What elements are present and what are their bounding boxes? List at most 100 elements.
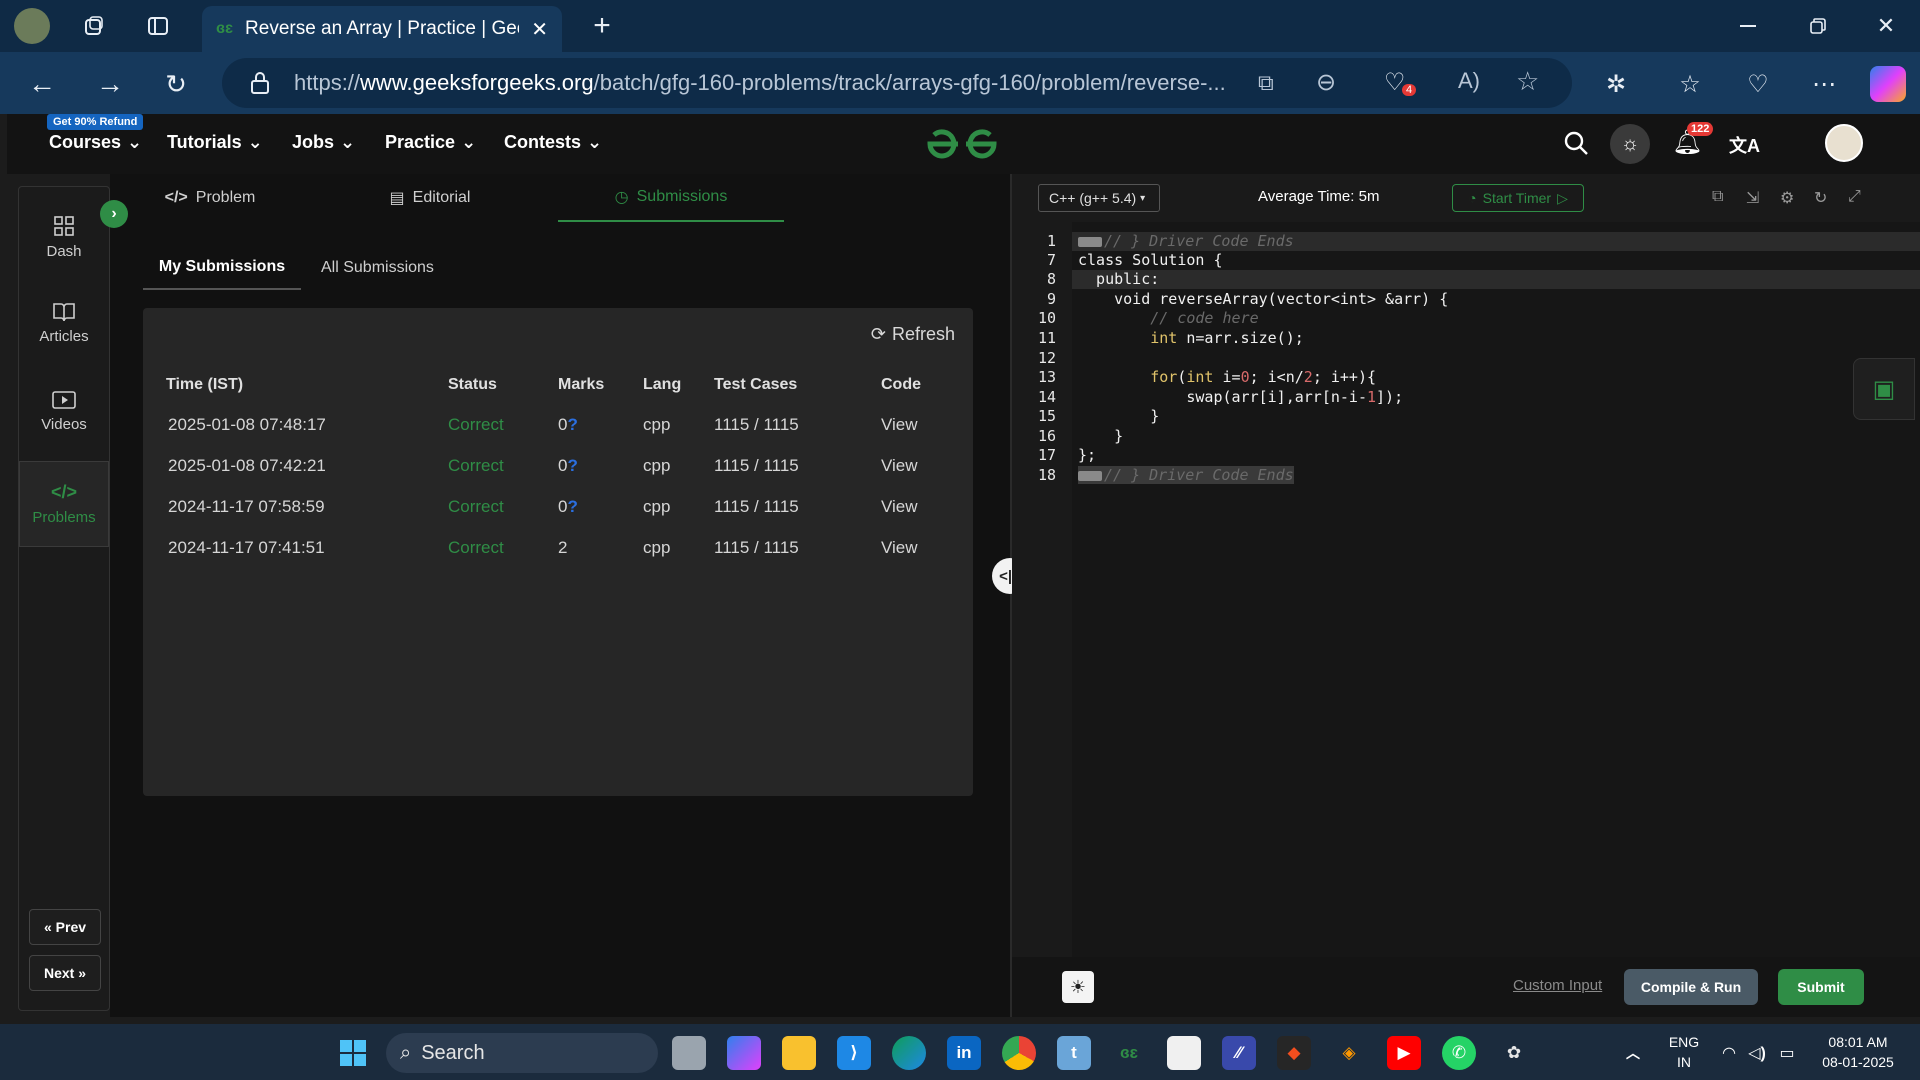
translate-icon[interactable]: 文A — [1729, 132, 1760, 158]
close-tab-icon[interactable]: ✕ — [531, 17, 548, 42]
refund-badge: Get 90% Refund — [47, 114, 144, 130]
taskbar-search[interactable]: ⌕ Search — [386, 1033, 658, 1073]
view-code-link[interactable]: View — [881, 538, 918, 558]
view-code-link[interactable]: View — [881, 415, 918, 435]
line-number: 16 — [1037, 427, 1056, 445]
extensions-icon[interactable]: ✲ — [1598, 66, 1634, 102]
whatsapp-icon[interactable]: ✆ — [1442, 1036, 1476, 1070]
compile-run-button[interactable]: Compile & Run — [1624, 969, 1758, 1005]
line-number: 9 — [1046, 290, 1056, 308]
language-select[interactable]: C++ (g++ 5.4) ▾ — [1038, 184, 1160, 212]
view-code-link[interactable]: View — [881, 497, 918, 517]
nav-practice[interactable]: Practice ⌄ — [385, 132, 476, 153]
folded-code-icon[interactable] — [1078, 236, 1102, 247]
vscode-icon[interactable]: ⟩ — [837, 1036, 871, 1070]
chrome-icon[interactable] — [1002, 1036, 1036, 1070]
tumblr-icon[interactable]: t — [1057, 1036, 1091, 1070]
rail-item-dash[interactable]: Dash — [19, 197, 109, 277]
restore-icon[interactable] — [1798, 10, 1838, 42]
rail-item-videos[interactable]: Videos — [19, 371, 109, 451]
favorite-star-icon[interactable]: ☆ — [1516, 66, 1539, 97]
fullscreen-icon[interactable]: ⤢ — [1848, 188, 1861, 206]
copilot-icon[interactable] — [1870, 66, 1906, 102]
rail-item-problems[interactable]: </> Problems — [19, 461, 109, 547]
custom-input-link[interactable]: Custom Input — [1513, 977, 1602, 994]
read-aloud-icon[interactable]: A) — [1458, 68, 1480, 94]
tab-my-submissions[interactable]: My Submissions — [143, 246, 301, 290]
submission-time: 2025-01-08 07:48:17 — [168, 415, 326, 434]
app-icon[interactable]: ⁄⁄ — [1222, 1036, 1256, 1070]
code-line: for(int i=0; i<n/2; i++){ — [1150, 368, 1377, 386]
export-icon[interactable]: ⇲ — [1746, 188, 1759, 208]
edge-icon[interactable] — [892, 1036, 926, 1070]
volume-icon[interactable]: ◁) — [1740, 1036, 1774, 1070]
browser-essentials-icon[interactable]: ♡ — [1740, 66, 1776, 102]
tab-problem[interactable]: </> Problem — [140, 174, 280, 222]
help-icon[interactable]: ? — [567, 415, 577, 434]
figma-icon[interactable]: ◆ — [1277, 1036, 1311, 1070]
clock[interactable]: 08:01 AM 08-01-2025 — [1808, 1032, 1908, 1072]
prev-button[interactable]: « Prev — [29, 909, 101, 945]
nav-courses[interactable]: Courses ⌄ — [49, 132, 142, 153]
collections-icon[interactable] — [80, 12, 108, 40]
search-icon[interactable] — [1563, 130, 1589, 161]
gfg-logo-icon[interactable] — [924, 126, 1000, 167]
tab-actions-icon[interactable] — [144, 12, 172, 40]
battery-icon[interactable]: ▭ — [1770, 1036, 1804, 1070]
start-timer-button[interactable]: ◔ Start Timer ▷ — [1452, 184, 1584, 212]
tray-overflow-icon[interactable]: ︿ — [1616, 1036, 1650, 1070]
reset-icon[interactable]: ↻ — [1814, 188, 1827, 208]
profile-avatar-icon[interactable] — [14, 8, 50, 44]
zoom-out-icon[interactable]: ⊖ — [1316, 68, 1336, 97]
settings-gear-icon[interactable]: ⚙ — [1780, 188, 1794, 208]
close-window-icon[interactable]: ✕ — [1866, 10, 1906, 42]
new-tab-icon[interactable]: + — [586, 9, 618, 42]
rail-item-articles[interactable]: Articles — [19, 283, 109, 363]
chevron-down-icon: ⌄ — [247, 132, 263, 152]
microsoft-store-icon[interactable] — [1167, 1036, 1201, 1070]
column-header-status: Status — [448, 376, 497, 393]
minimize-icon[interactable] — [1728, 10, 1768, 42]
hint-bulb-icon[interactable]: ☀ — [1062, 971, 1094, 1003]
user-avatar[interactable] — [1825, 124, 1863, 162]
expand-sidebar-button[interactable]: › — [100, 200, 128, 228]
tab-submissions[interactable]: ◷ Submissions — [558, 174, 784, 222]
chat-icon[interactable]: ▣ — [1853, 358, 1915, 420]
back-icon[interactable]: ← — [24, 66, 60, 102]
gfg-taskbar-icon[interactable]: ɞɛ — [1112, 1036, 1146, 1070]
more-options-icon[interactable]: ⋯ — [1806, 66, 1842, 102]
next-button[interactable]: Next » — [29, 955, 101, 991]
file-explorer-icon[interactable] — [782, 1036, 816, 1070]
sublime-icon[interactable]: ◈ — [1332, 1036, 1366, 1070]
nav-tutorials[interactable]: Tutorials ⌄ — [167, 132, 263, 153]
windows-start-icon[interactable] — [336, 1036, 370, 1070]
copy-icon[interactable]: ⧉ — [1712, 188, 1723, 206]
url-field[interactable]: https://www.geeksforgeeks.org/batch/gfg-… — [222, 58, 1572, 108]
forward-icon[interactable]: → — [92, 66, 128, 102]
nav-contests[interactable]: Contests ⌄ — [504, 132, 602, 153]
copilot-taskbar-icon[interactable] — [727, 1036, 761, 1070]
submission-lang: cpp — [643, 538, 671, 557]
submission-marks: 2 — [558, 538, 568, 557]
reload-icon[interactable]: ↻ — [158, 66, 194, 102]
tab-all-submissions[interactable]: All Submissions — [321, 246, 434, 290]
code-textarea[interactable]: // } Driver Code Ends class Solution { p… — [1072, 222, 1920, 957]
help-icon[interactable]: ? — [567, 456, 577, 475]
open-external-icon[interactable]: ⧉ — [1258, 70, 1274, 96]
view-code-link[interactable]: View — [881, 456, 918, 476]
favorites-icon[interactable]: ☆ — [1672, 66, 1708, 102]
task-view-icon[interactable] — [672, 1036, 706, 1070]
refresh-button[interactable]: ⟳ Refresh — [871, 324, 955, 345]
submit-button[interactable]: Submit — [1778, 969, 1864, 1005]
theme-toggle-icon[interactable]: ☼ — [1610, 124, 1650, 164]
youtube-icon[interactable]: ▶ — [1387, 1036, 1421, 1070]
nav-jobs[interactable]: Jobs ⌄ — [292, 132, 355, 153]
chatgpt-icon[interactable]: ✿ — [1497, 1036, 1531, 1070]
tab-editorial[interactable]: ▤ Editorial — [360, 174, 500, 222]
language-indicator[interactable]: ENG IN — [1664, 1032, 1704, 1072]
folded-code-icon[interactable] — [1078, 470, 1102, 481]
linkedin-icon[interactable]: in — [947, 1036, 981, 1070]
help-icon[interactable]: ? — [567, 497, 577, 516]
browser-tab-active[interactable]: ɞɛ Reverse an Array | Practice | Geeks ✕ — [202, 6, 562, 52]
